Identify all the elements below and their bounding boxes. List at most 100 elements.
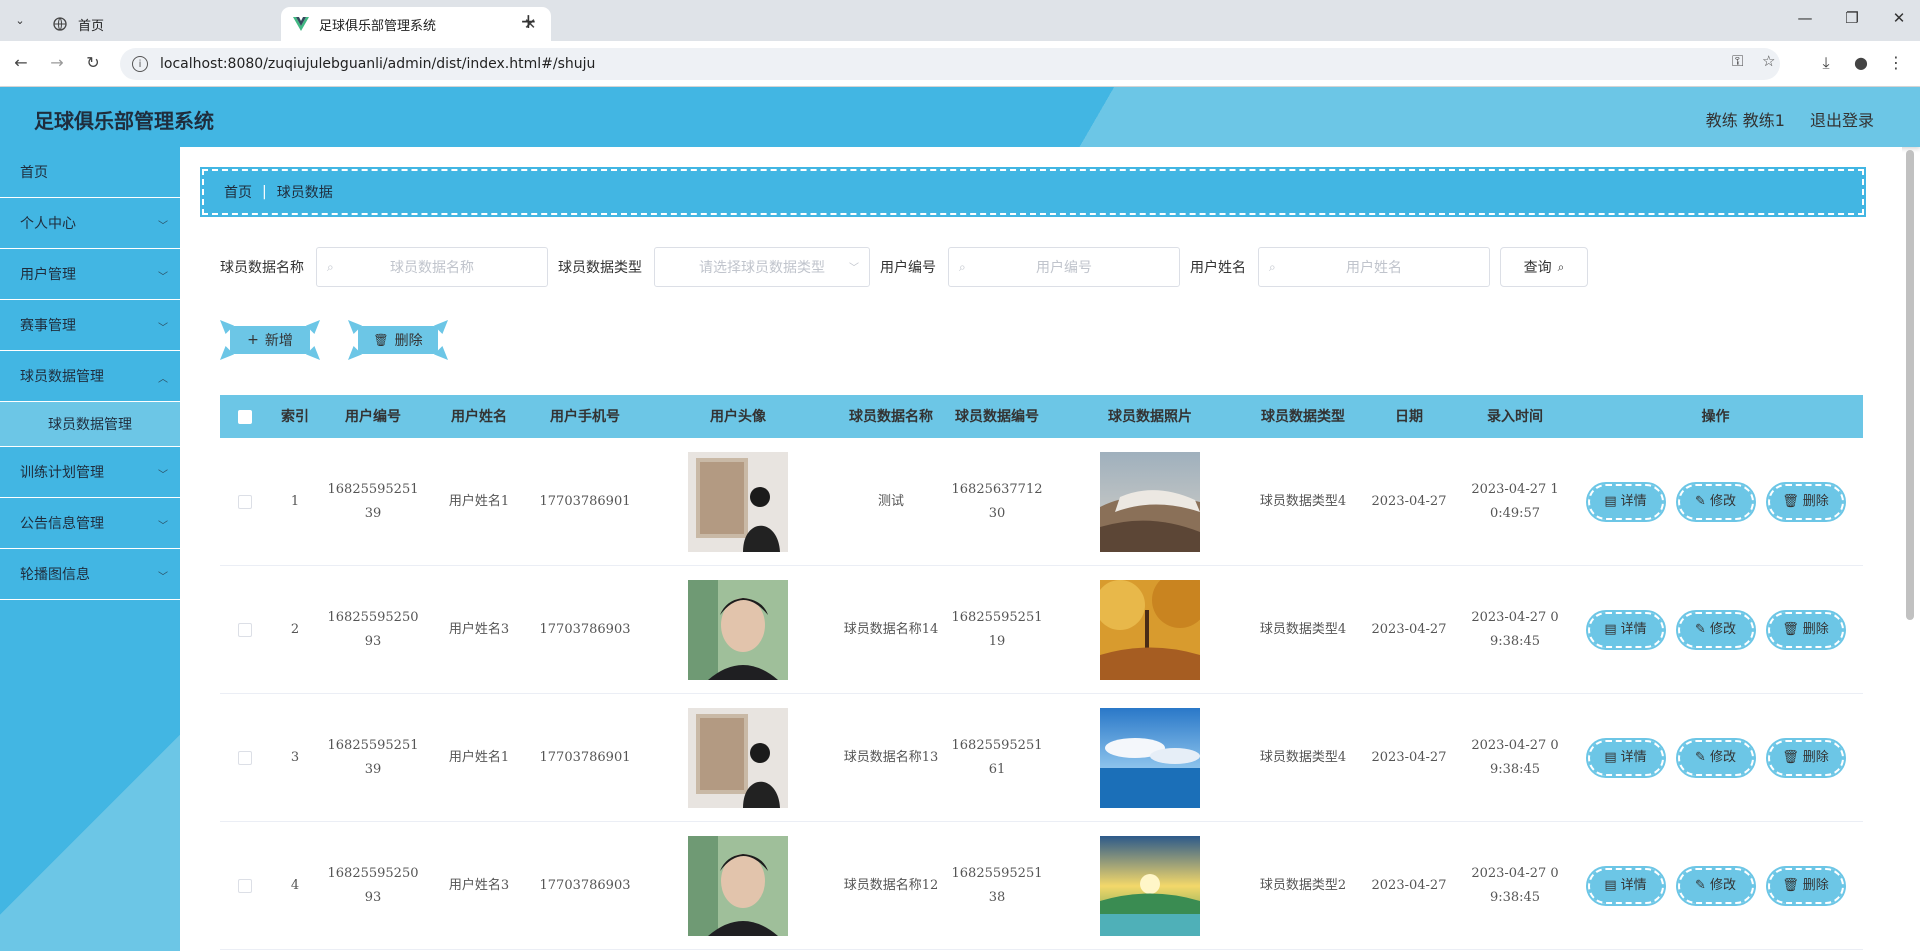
operations-cell: ▤ 详情 ✎ 修改 🗑 删除 bbox=[1568, 609, 1863, 650]
tab-search-icon[interactable]: ⌄ bbox=[8, 8, 32, 32]
avatar-cell bbox=[638, 451, 838, 552]
delete-button[interactable]: 🗑 删除 bbox=[1765, 737, 1846, 778]
data-name-cell: 球员数据名称14 bbox=[843, 621, 939, 637]
document-icon: ▤ bbox=[1604, 493, 1617, 509]
index-cell: 4 bbox=[290, 877, 300, 893]
player-data-table: 索引 用户编号 用户姓名 用户手机号 用户头像 球员数据名称 球员数据编号 球员… bbox=[220, 395, 1863, 950]
search-form: 球员数据名称 ⌕ 球员数据名称 球员数据类型 请选择球员数据类型 ﹀ 用户编号 … bbox=[220, 247, 1870, 287]
detail-button[interactable]: ▤ 详情 bbox=[1585, 481, 1666, 522]
plus-icon: + bbox=[247, 332, 259, 348]
avatar-cell bbox=[638, 579, 838, 680]
delete-label: 删除 bbox=[1802, 621, 1829, 637]
site-info-icon[interactable]: i bbox=[132, 56, 148, 72]
edit-button[interactable]: ✎ 修改 bbox=[1675, 737, 1756, 778]
detail-label: 详情 bbox=[1620, 493, 1647, 509]
detail-button[interactable]: ▤ 详情 bbox=[1585, 609, 1666, 650]
phone-cell: 17703786901 bbox=[539, 493, 631, 509]
user-name-cell: 用户姓名1 bbox=[448, 493, 510, 509]
data-name-cell: 球员数据名称13 bbox=[843, 749, 939, 765]
main-content: 首页 | 球员数据 球员数据名称 ⌕ 球员数据名称 球员数据类型 请选择球员数据… bbox=[180, 147, 1902, 951]
sidebar-item-label: 轮播图信息 bbox=[20, 567, 90, 583]
edit-button[interactable]: ✎ 修改 bbox=[1675, 865, 1756, 906]
reload-icon[interactable]: ↻ bbox=[82, 53, 104, 72]
user-no-input[interactable]: ⌕ 用户编号 bbox=[948, 247, 1180, 287]
browser-tab-home[interactable]: 首页 ✕ bbox=[40, 7, 310, 41]
query-label: 查询 bbox=[1523, 260, 1552, 276]
restore-icon[interactable]: ❐ bbox=[1842, 9, 1862, 27]
logout-link[interactable]: 退出登录 bbox=[1810, 107, 1874, 131]
data-photo-cell bbox=[1050, 579, 1250, 680]
address-bar: ← → ↻ i localhost:8080/zuqiujulebguanli/… bbox=[0, 41, 1920, 87]
user-no-cell: 1682559525139 bbox=[327, 481, 419, 521]
column-header: 用户头像 bbox=[710, 408, 766, 425]
detail-button[interactable]: ▤ 详情 bbox=[1585, 737, 1666, 778]
batch-delete-button[interactable]: 🗑 删除 bbox=[348, 320, 448, 360]
index-cell: 3 bbox=[290, 749, 300, 765]
detail-button[interactable]: ▤ 详情 bbox=[1585, 865, 1666, 906]
row-checkbox[interactable] bbox=[238, 750, 252, 765]
forward-icon[interactable]: → bbox=[46, 53, 68, 72]
sidebar-item-label: 公告信息管理 bbox=[20, 516, 104, 532]
row-select-cell bbox=[220, 622, 270, 637]
user-no-label: 用户编号 bbox=[880, 260, 936, 276]
select-all-checkbox[interactable] bbox=[238, 409, 252, 424]
sidebar-item-player-data-management[interactable]: 球员数据管理 ︿ bbox=[0, 351, 180, 402]
sidebar-item-home[interactable]: 首页 bbox=[0, 147, 180, 198]
row-checkbox[interactable] bbox=[238, 622, 252, 637]
search-icon: ⌕ bbox=[1557, 259, 1565, 274]
date-cell: 2023-04-27 bbox=[1371, 749, 1447, 765]
query-button[interactable]: 查询 ⌕ bbox=[1500, 247, 1588, 287]
sidebar-item-user-management[interactable]: 用户管理 ﹀ bbox=[0, 249, 180, 300]
data-photo-image bbox=[1100, 451, 1200, 552]
data-name-input[interactable]: ⌕ 球员数据名称 bbox=[316, 247, 548, 287]
sidebar: 首页 个人中心 ﹀ 用户管理 ﹀ 赛事管理 ﹀ 球员数据管理 ︿ 球员数据管理 … bbox=[0, 147, 180, 951]
edit-icon: ✎ bbox=[1695, 877, 1706, 893]
new-tab-icon[interactable]: + bbox=[520, 9, 537, 33]
password-key-icon[interactable]: ⚿ bbox=[1732, 52, 1743, 70]
sidebar-item-label: 用户管理 bbox=[20, 267, 76, 283]
data-type-label: 球员数据类型 bbox=[558, 260, 642, 276]
browser-tab-app[interactable]: 足球俱乐部管理系统 ✕ bbox=[281, 7, 551, 41]
sidebar-item-match-management[interactable]: 赛事管理 ﹀ bbox=[0, 300, 180, 351]
page-scrollbar[interactable] bbox=[1906, 150, 1914, 620]
minimize-icon[interactable]: — bbox=[1795, 9, 1815, 27]
column-header: 索引 bbox=[281, 408, 309, 425]
sidebar-item-carousel[interactable]: 轮播图信息 ﹀ bbox=[0, 549, 180, 600]
edit-button[interactable]: ✎ 修改 bbox=[1675, 481, 1756, 522]
sidebar-item-label: 训练计划管理 bbox=[20, 465, 104, 481]
search-icon: ⌕ bbox=[327, 260, 334, 274]
sidebar-item-announcements[interactable]: 公告信息管理 ﹀ bbox=[0, 498, 180, 549]
sidebar-subitem-player-data[interactable]: 球员数据管理 bbox=[0, 402, 180, 447]
delete-button[interactable]: 🗑 删除 bbox=[1765, 609, 1846, 650]
detail-label: 详情 bbox=[1620, 749, 1647, 765]
column-header: 球员数据照片 bbox=[1108, 408, 1192, 425]
data-type-select[interactable]: 请选择球员数据类型 ﹀ bbox=[654, 247, 870, 287]
browser-menu-icon[interactable]: ⋮ bbox=[1885, 53, 1907, 72]
data-no-cell: 1682563771230 bbox=[951, 481, 1043, 521]
row-checkbox[interactable] bbox=[238, 494, 252, 509]
breadcrumb-home[interactable]: 首页 bbox=[224, 182, 252, 202]
edit-button[interactable]: ✎ 修改 bbox=[1675, 609, 1756, 650]
url-field[interactable]: i localhost:8080/zuqiujulebguanli/admin/… bbox=[120, 48, 1780, 80]
user-no-placeholder: 用户编号 bbox=[1036, 260, 1092, 276]
download-icon[interactable]: ⤓ bbox=[1815, 53, 1837, 73]
back-icon[interactable]: ← bbox=[10, 53, 32, 72]
row-select-cell bbox=[220, 750, 270, 765]
delete-button[interactable]: 🗑 删除 bbox=[1765, 865, 1846, 906]
sidebar-item-personal-center[interactable]: 个人中心 ﹀ bbox=[0, 198, 180, 249]
profile-icon[interactable]: ● bbox=[1850, 53, 1872, 72]
user-name-input[interactable]: ⌕ 用户姓名 bbox=[1258, 247, 1490, 287]
operations-cell: ▤ 详情 ✎ 修改 🗑 删除 bbox=[1568, 481, 1863, 522]
column-header: 操作 bbox=[1701, 408, 1730, 425]
row-checkbox[interactable] bbox=[238, 878, 252, 893]
window-close-icon[interactable]: ✕ bbox=[1889, 9, 1909, 27]
sidebar-item-training-plan[interactable]: 训练计划管理 ﹀ bbox=[0, 447, 180, 498]
bookmark-star-icon[interactable]: ☆ bbox=[1762, 52, 1775, 70]
date-cell: 2023-04-27 bbox=[1371, 877, 1447, 893]
data-photo-image bbox=[1100, 835, 1200, 936]
data-name-cell: 球员数据名称12 bbox=[843, 877, 939, 893]
delete-button[interactable]: 🗑 删除 bbox=[1765, 481, 1846, 522]
trash-icon: 🗑 bbox=[1782, 877, 1799, 893]
vue-logo-icon bbox=[293, 16, 309, 32]
add-button[interactable]: + 新增 bbox=[220, 320, 320, 360]
